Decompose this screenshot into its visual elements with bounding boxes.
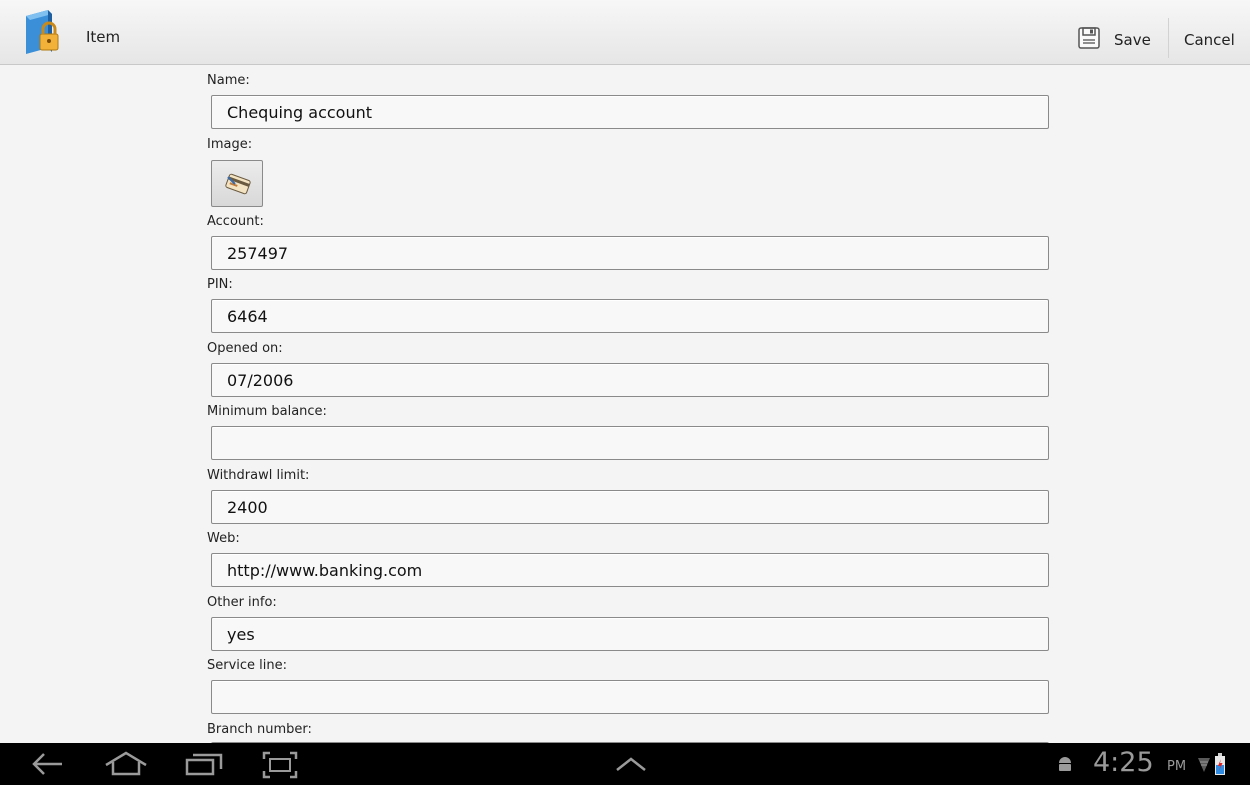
pin-label: PIN: <box>207 277 233 292</box>
signal-icon <box>1197 755 1211 777</box>
account-label: Account: <box>207 214 264 229</box>
name-label: Name: <box>207 73 250 88</box>
minimum-balance-field[interactable] <box>211 426 1049 460</box>
service-line-field[interactable] <box>211 680 1049 714</box>
name-field[interactable] <box>211 95 1049 129</box>
chevron-up-icon[interactable] <box>614 755 648 777</box>
system-nav-bar: 4:25 PM <box>0 743 1250 785</box>
android-icon <box>1056 755 1074 777</box>
image-label: Image: <box>207 137 253 152</box>
cancel-button[interactable]: Cancel <box>1174 17 1250 61</box>
app-lock-book-icon[interactable] <box>22 10 62 56</box>
action-bar: Item Save Cancel <box>0 0 1250 65</box>
service-line-label: Service line: <box>207 658 288 673</box>
other-info-field[interactable] <box>211 617 1049 651</box>
home-icon[interactable] <box>104 751 148 781</box>
save-button-label: Save <box>1114 31 1151 49</box>
battery-icon <box>1214 752 1226 780</box>
recent-apps-icon[interactable] <box>183 751 225 781</box>
status-clock: 4:25 <box>1093 747 1154 778</box>
web-label: Web: <box>207 531 240 546</box>
screen-title: Item <box>86 28 121 46</box>
screenshot-icon[interactable] <box>262 751 298 783</box>
save-button[interactable]: Save <box>1074 17 1166 61</box>
pin-field[interactable] <box>211 299 1049 333</box>
web-field[interactable] <box>211 553 1049 587</box>
opened-on-field[interactable] <box>211 363 1049 397</box>
item-form: Name: Image: Account: PIN: Opened on: Mi… <box>0 66 1250 743</box>
account-field[interactable] <box>211 236 1049 270</box>
action-divider <box>1168 18 1169 58</box>
opened-on-label: Opened on: <box>207 341 283 356</box>
withdrawal-limit-label: Withdrawl limit: <box>207 468 310 483</box>
credit-card-icon <box>225 173 251 195</box>
status-ampm: PM <box>1167 759 1187 774</box>
image-picker-button[interactable] <box>211 160 263 207</box>
floppy-disk-icon <box>1078 27 1100 49</box>
other-info-label: Other info: <box>207 595 277 610</box>
back-arrow-icon[interactable] <box>30 751 64 781</box>
branch-number-label: Branch number: <box>207 722 312 737</box>
cancel-button-label: Cancel <box>1184 31 1235 49</box>
minimum-balance-label: Minimum balance: <box>207 404 327 419</box>
withdrawal-limit-field[interactable] <box>211 490 1049 524</box>
